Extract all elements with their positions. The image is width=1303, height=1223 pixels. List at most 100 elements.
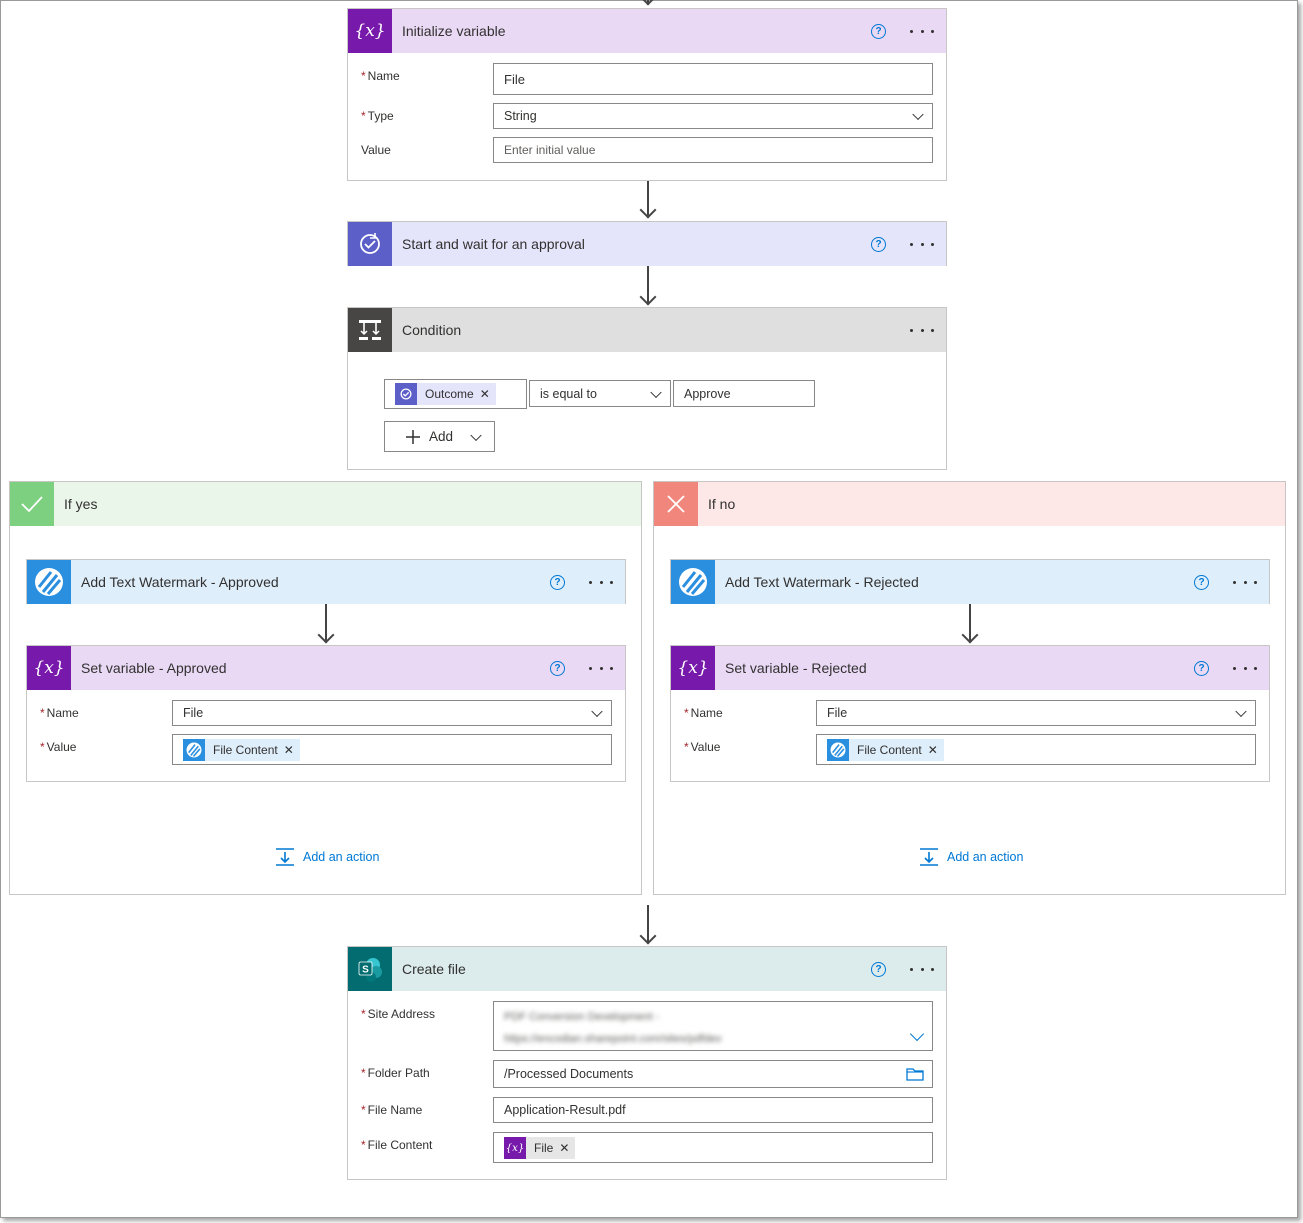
name-input[interactable]: File [493, 63, 933, 95]
more-options-icon[interactable] [1233, 575, 1257, 589]
file-token[interactable]: {x} File ✕ [504, 1136, 576, 1159]
add-label: Add [429, 429, 454, 444]
add-action-icon [276, 848, 294, 866]
card-header[interactable]: Add Text Watermark - Approved ? [27, 560, 625, 604]
condition-icon [348, 308, 392, 352]
more-options-icon[interactable] [910, 237, 934, 251]
connector-arrow [639, 905, 657, 945]
value-input[interactable]: Enter initial value [493, 137, 933, 163]
help-icon[interactable]: ? [1194, 574, 1209, 590]
add-action-label: Add an action [947, 850, 1024, 864]
file-content-input[interactable]: {x} File ✕ [493, 1132, 933, 1163]
value-input[interactable]: File Content ✕ [816, 734, 1256, 765]
condition-right-operand[interactable]: Approve [673, 380, 815, 407]
help-icon[interactable]: ? [871, 236, 886, 252]
add-an-action-button[interactable]: Add an action [919, 847, 1023, 867]
name-select[interactable]: File [816, 700, 1256, 726]
variable-icon: {x} [348, 9, 392, 53]
type-select-value: String [504, 109, 537, 123]
site-address-value: PDF Conversion Development - https://enc… [504, 1011, 722, 1045]
name-label: * Name [361, 69, 400, 83]
set-variable-approved-card: {x} Set variable - Approved ? *Name File… [26, 645, 626, 782]
file-name-input[interactable]: Application-Result.pdf [493, 1097, 933, 1123]
more-options-icon[interactable] [910, 323, 934, 337]
svg-text:{x}: {x} [506, 1143, 524, 1154]
svg-text:{x}: {x} [35, 658, 63, 678]
approval-icon [395, 383, 417, 405]
file-name-label: * File Name [361, 1103, 423, 1117]
create-file-card: S Create file ? * Site Address PDF Conver… [347, 946, 947, 1180]
more-options-icon[interactable] [1233, 661, 1257, 675]
more-options-icon[interactable] [910, 962, 934, 976]
folder-picker-icon[interactable] [906, 1067, 924, 1081]
card-header[interactable]: Start and wait for an approval ? [348, 222, 946, 266]
folder-path-label: * Folder Path [361, 1066, 430, 1080]
card-title: Condition [402, 322, 462, 338]
card-title: Create file [402, 961, 466, 977]
branch-header[interactable]: If no [654, 482, 1285, 526]
watermark-rejected-card: Add Text Watermark - Rejected ? [670, 559, 1270, 604]
if-yes-branch: If yes Add Text Watermark - Approved ? {… [9, 481, 642, 895]
svg-text:S: S [362, 965, 369, 976]
watermark-icon [183, 738, 205, 761]
help-icon[interactable]: ? [550, 574, 565, 590]
card-header[interactable]: {x} Initialize variable ? [348, 9, 946, 53]
variable-icon: {x} [504, 1136, 526, 1159]
type-label: * Type [361, 109, 394, 123]
card-header[interactable]: {x} Set variable - Approved ? [27, 646, 625, 690]
name-select[interactable]: File [172, 700, 612, 726]
type-select[interactable]: String [493, 103, 933, 129]
name-label: * Name [40, 706, 79, 720]
file-content-token[interactable]: File Content ✕ [183, 738, 300, 761]
outcome-token[interactable]: Outcome ✕ [395, 383, 496, 405]
chevron-down-icon [591, 705, 603, 718]
condition-left-operand[interactable]: Outcome ✕ [384, 379, 527, 409]
card-header[interactable]: Add Text Watermark - Rejected ? [671, 560, 1269, 604]
card-title: Add Text Watermark - Rejected [725, 574, 919, 590]
operator-value: is equal to [540, 386, 597, 401]
more-options-icon[interactable] [589, 661, 613, 675]
set-variable-rejected-card: {x} Set variable - Rejected ? *Name File… [670, 645, 1270, 782]
site-address-select[interactable]: PDF Conversion Development - https://enc… [493, 1001, 933, 1051]
connector-arrow [639, 181, 657, 219]
card-header[interactable]: S Create file ? [348, 947, 946, 991]
card-title: Start and wait for an approval [402, 236, 585, 252]
card-header[interactable]: {x} Set variable - Rejected ? [671, 646, 1269, 690]
svg-text:{x}: {x} [356, 21, 384, 41]
value-label: * Value [40, 740, 77, 754]
operator-select[interactable]: is equal to [529, 380, 671, 407]
remove-token-icon[interactable]: ✕ [928, 743, 944, 757]
branch-label: If yes [64, 496, 98, 512]
card-title: Add Text Watermark - Approved [81, 574, 279, 590]
card-header[interactable]: Condition [348, 308, 946, 352]
name-select-value: File [183, 706, 204, 720]
chevron-down-icon [650, 386, 662, 398]
plus-icon [406, 429, 420, 444]
value-input[interactable]: File Content ✕ [172, 734, 612, 765]
remove-token-icon[interactable]: ✕ [559, 1141, 575, 1155]
svg-text:{x}: {x} [679, 658, 707, 678]
remove-token-icon[interactable]: ✕ [480, 387, 496, 401]
initialize-variable-card: {x} Initialize variable ? *Name File *Ty… [347, 8, 947, 181]
branch-label: If no [708, 496, 736, 512]
variable-icon: {x} [671, 646, 715, 690]
more-options-icon[interactable] [910, 24, 934, 38]
close-icon [654, 482, 698, 526]
chevron-down-icon [470, 429, 482, 441]
folder-path-input[interactable]: /Processed Documents [493, 1060, 933, 1088]
add-an-action-button[interactable]: Add an action [275, 847, 379, 867]
file-content-token[interactable]: File Content ✕ [827, 738, 944, 761]
help-icon[interactable]: ? [871, 23, 886, 39]
add-condition-button[interactable]: Add [384, 421, 495, 452]
more-options-icon[interactable] [589, 575, 613, 589]
folder-path-value: /Processed Documents [504, 1067, 634, 1081]
variable-icon: {x} [27, 646, 71, 690]
help-icon[interactable]: ? [871, 961, 886, 977]
branch-header[interactable]: If yes [10, 482, 641, 526]
connector-arrow [317, 604, 335, 644]
value-label: Value [361, 143, 391, 157]
flow-canvas: {x} Initialize variable ? *Name File *Ty… [0, 0, 1298, 1218]
help-icon[interactable]: ? [550, 660, 565, 676]
help-icon[interactable]: ? [1194, 660, 1209, 676]
remove-token-icon[interactable]: ✕ [284, 743, 300, 757]
